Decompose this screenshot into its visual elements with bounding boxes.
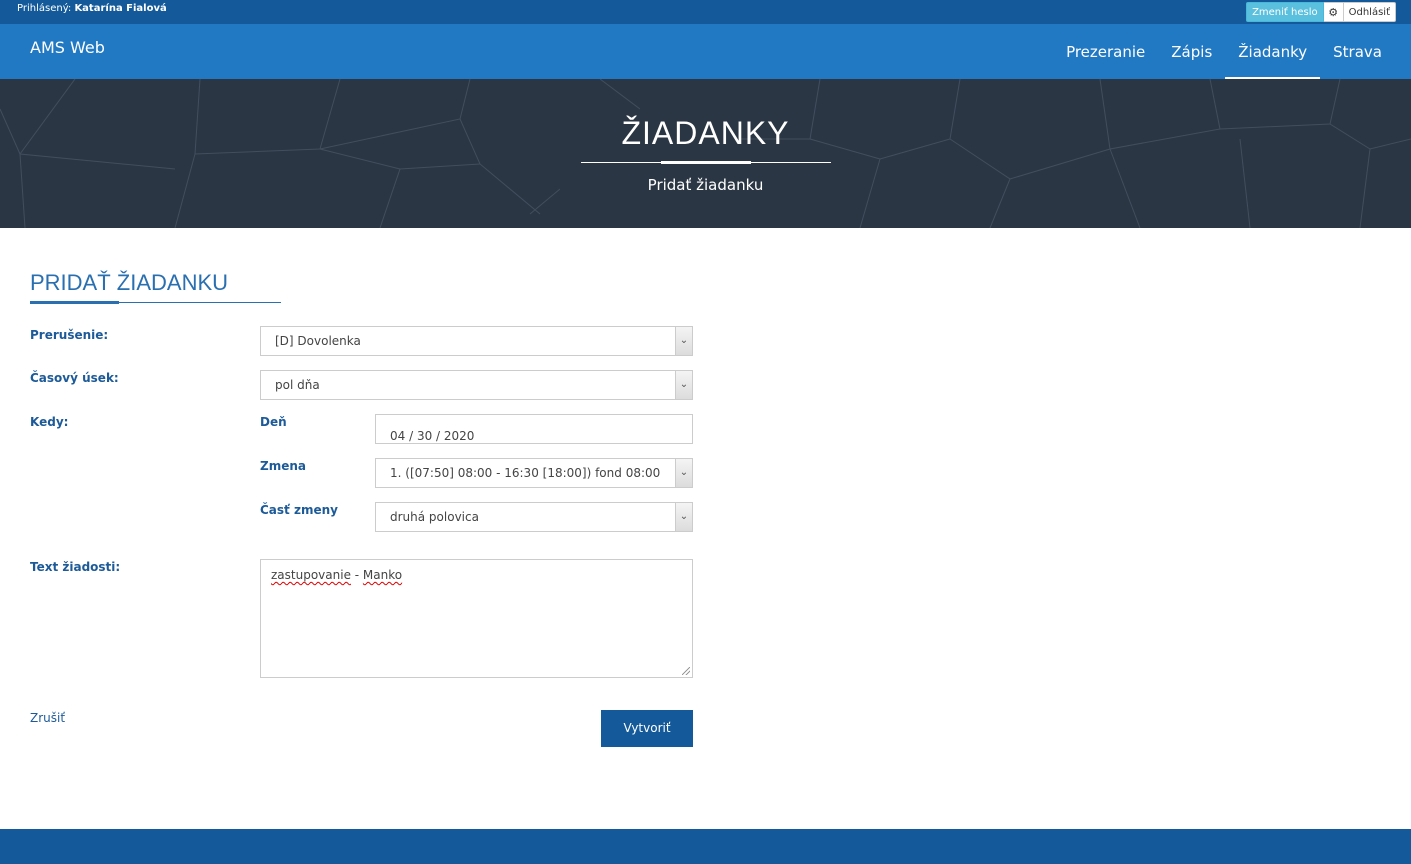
casovy-usek-select[interactable]: pol dňa ⌄ (260, 370, 693, 400)
textarea-separator: - (350, 568, 363, 582)
date-value: 04 / 30 / 2020 (390, 429, 475, 443)
hero-subtitle: Pridať žiadanku (647, 176, 764, 194)
brand-link[interactable]: AMS Web (30, 38, 105, 57)
section-title: PRIDAŤ ŽIADANKU (30, 270, 229, 295)
cancel-link[interactable]: Zrušiť (30, 711, 65, 725)
zmena-value: 1. ([07:50] 08:00 - 16:30 [18:00]) fond … (390, 466, 661, 480)
chevron-down-icon[interactable]: ⌄ (675, 503, 692, 531)
prerusenie-value: [D] Dovolenka (275, 334, 361, 348)
chevron-down-icon[interactable]: ⌄ (675, 459, 692, 487)
kedy-label: Kedy: (30, 415, 69, 429)
login-status: Prihlásený: Katarína Fialová (17, 3, 167, 14)
hero-banner: ŽIADANKY Pridať žiadanku (0, 79, 1411, 228)
zmena-select[interactable]: 1. ([07:50] 08:00 - 16:30 [18:00]) fond … (375, 458, 693, 488)
hero-divider-accent (661, 161, 751, 164)
chevron-down-icon[interactable]: ⌄ (675, 371, 692, 399)
chevron-down-icon[interactable]: ⌄ (675, 327, 692, 355)
change-password-button[interactable]: Zmeniť heslo (1246, 2, 1324, 22)
nav-item-zapis[interactable]: Zápis (1158, 24, 1225, 79)
main-nav: Prezeranie Zápis Žiadanky Strava (1053, 24, 1395, 79)
casovy-usek-value: pol dňa (275, 378, 320, 392)
hero-title: ŽIADANKY (621, 115, 790, 151)
top-strip: Prihlásený: Katarína Fialová Zmeniť hesl… (0, 0, 1411, 24)
section-divider-accent (30, 301, 119, 304)
date-input[interactable]: 04 / 30 / 2020 (375, 414, 693, 444)
resize-handle-icon[interactable] (682, 667, 690, 675)
cast-zmeny-value: druhá polovica (390, 510, 479, 524)
zmena-label: Zmena (260, 459, 306, 473)
nav-item-ziadanky[interactable]: Žiadanky (1225, 24, 1321, 79)
text-ziadosti-label: Text žiadosti: (30, 560, 121, 574)
create-button[interactable]: Vytvoriť (601, 710, 693, 747)
casovy-usek-label: Časový úsek: (30, 371, 119, 385)
hero-pattern (0, 79, 1411, 228)
textarea-word: zastupovanie (271, 568, 351, 582)
footer (0, 829, 1411, 864)
prerusenie-label: Prerušenie: (30, 328, 109, 342)
prerusenie-select[interactable]: [D] Dovolenka ⌄ (260, 326, 693, 356)
textarea-word: Manko (362, 568, 403, 582)
login-label: Prihlásený: (17, 3, 72, 14)
cast-zmeny-label: Časť zmeny (260, 503, 338, 517)
user-name: Katarína Fialová (74, 3, 167, 14)
text-ziadosti-textarea[interactable]: zastupovanie - Manko (260, 559, 693, 678)
gear-icon[interactable]: ⚙ (1323, 2, 1344, 22)
nav-item-prezeranie[interactable]: Prezeranie (1053, 24, 1158, 79)
navbar: AMS Web Prezeranie Zápis Žiadanky Strava (0, 24, 1411, 79)
den-label: Deň (260, 415, 287, 429)
account-actions: Zmeniť heslo ⚙ Odhlásiť (1246, 2, 1396, 22)
cast-zmeny-select[interactable]: druhá polovica ⌄ (375, 502, 693, 532)
logout-button[interactable]: Odhlásiť (1343, 2, 1396, 22)
nav-item-strava[interactable]: Strava (1320, 24, 1395, 79)
